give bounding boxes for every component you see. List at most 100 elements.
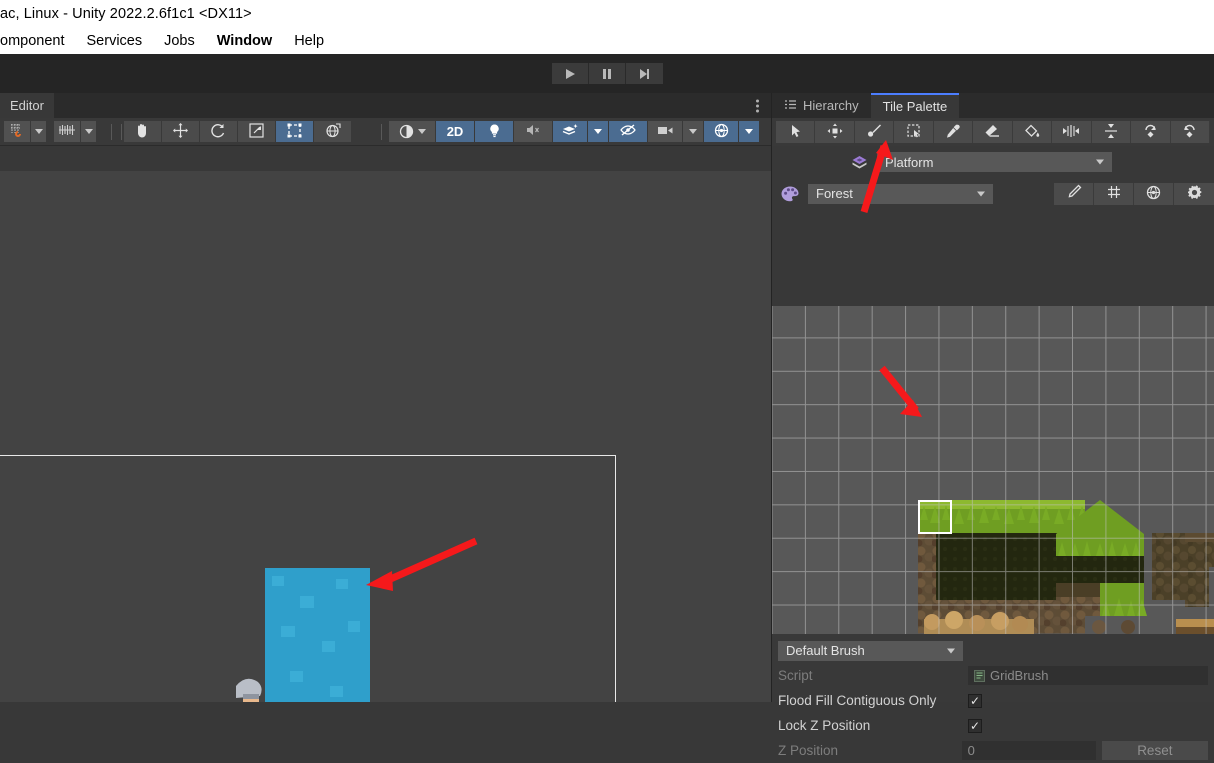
grid-snap-toggle[interactable] xyxy=(4,121,30,142)
brush-dropdown[interactable]: Default Brush xyxy=(778,640,963,661)
chevron-down-icon xyxy=(1096,159,1104,165)
chevron-down-icon xyxy=(84,129,93,134)
tab-scene[interactable]: Editor xyxy=(0,93,54,118)
tilemap-icon xyxy=(850,154,869,171)
hand-icon xyxy=(134,122,151,142)
lock-z-label: Lock Z Position xyxy=(778,718,871,733)
snap-ruler-icon xyxy=(58,123,76,140)
select-tool[interactable] xyxy=(776,121,816,143)
lighting-toggle[interactable] xyxy=(475,121,513,142)
top-toolbar xyxy=(0,54,1214,93)
brush-script-label: Script xyxy=(778,668,813,683)
move-tool[interactable] xyxy=(815,121,855,143)
camera-dropdown[interactable] xyxy=(683,121,703,142)
gear-icon xyxy=(1186,184,1203,204)
effects-icon xyxy=(562,123,579,141)
camera-settings-button[interactable] xyxy=(648,121,682,142)
script-file-icon xyxy=(974,669,985,682)
shading-sphere-icon xyxy=(399,124,426,139)
tab-hierarchy[interactable]: Hierarchy xyxy=(772,93,871,118)
flood-fill-checkbox[interactable]: ✓ xyxy=(968,693,982,708)
rotate-tool[interactable] xyxy=(200,121,237,142)
palette-dropdown[interactable]: Forest xyxy=(808,183,993,204)
pause-button[interactable] xyxy=(588,63,626,84)
scene-panel: Editor 2D xyxy=(0,93,771,702)
z-position-field[interactable]: 0 xyxy=(961,741,1096,760)
window-title-bar: ac, Linux - Unity 2022.2.6f1c1 <DX11> xyxy=(0,0,1214,27)
more-options-icon[interactable] xyxy=(756,99,759,112)
flood-fill-tool[interactable] xyxy=(1012,121,1053,143)
window-title: ac, Linux - Unity 2022.2.6f1c1 <DX11> xyxy=(0,5,252,22)
scene-viewport[interactable] xyxy=(0,171,771,702)
hierarchy-icon xyxy=(784,98,797,113)
menu-item-services[interactable]: Services xyxy=(87,33,143,49)
palette-settings-button[interactable] xyxy=(1174,182,1214,205)
hand-tool[interactable] xyxy=(124,121,161,142)
toolbar-divider xyxy=(111,123,112,140)
rotate-cw-button[interactable] xyxy=(1131,121,1171,143)
brush-script-field[interactable]: GridBrush xyxy=(968,666,1208,685)
box-fill-tool[interactable] xyxy=(894,121,934,143)
tab-scene-label: Editor xyxy=(10,98,44,113)
box-select-icon xyxy=(906,123,922,142)
rect-transform-tool[interactable] xyxy=(276,121,313,142)
chevron-down-icon xyxy=(745,129,753,134)
transform-icon xyxy=(324,122,341,142)
palette-tab-bar: Hierarchy Tile Palette xyxy=(772,93,1214,118)
tab-tile-palette[interactable]: Tile Palette xyxy=(870,93,960,118)
edit-palette-button[interactable] xyxy=(1054,182,1094,205)
grid-toggle-button[interactable] xyxy=(1094,182,1134,205)
menu-item-jobs[interactable]: Jobs xyxy=(164,33,195,49)
gizmos-globe-icon xyxy=(1145,184,1162,204)
2d-toggle[interactable]: 2D xyxy=(436,121,474,142)
picker-tool[interactable] xyxy=(933,121,974,143)
menu-item-help[interactable]: Help xyxy=(294,33,324,49)
transform-tools-group xyxy=(124,121,352,142)
palette-grid-lines xyxy=(772,306,1214,634)
grid-snap-dropdown[interactable] xyxy=(31,121,46,142)
brush-script-value: GridBrush xyxy=(990,668,1049,683)
audio-toggle[interactable] xyxy=(514,121,552,142)
effects-toggle[interactable] xyxy=(553,121,587,142)
shading-mode-dropdown[interactable] xyxy=(389,121,435,142)
snap-increment-button[interactable] xyxy=(54,121,80,142)
eraser-tool[interactable] xyxy=(973,121,1013,143)
z-position-row: Z Position 0 Reset xyxy=(772,738,1214,763)
rotate-ccw-button[interactable] xyxy=(1170,121,1210,143)
palette-gizmos-button[interactable] xyxy=(1134,182,1174,205)
eye-off-icon xyxy=(619,123,637,140)
gizmos-globe-icon xyxy=(713,122,730,142)
scene-tab-bar: Editor xyxy=(0,93,771,118)
flip-y-button[interactable] xyxy=(1091,121,1132,143)
z-position-label: Z Position xyxy=(778,743,839,758)
scale-icon xyxy=(248,122,265,142)
cursor-arrow-icon xyxy=(788,123,803,141)
scale-tool[interactable] xyxy=(238,121,275,142)
gizmos-dropdown[interactable] xyxy=(739,121,759,142)
move-tool[interactable] xyxy=(162,121,199,142)
hidden-objects-toggle[interactable] xyxy=(609,121,647,142)
brush-dropdown-value: Default Brush xyxy=(786,643,865,658)
reset-button[interactable]: Reset xyxy=(1101,741,1208,760)
transform-tool[interactable] xyxy=(314,121,351,142)
flip-x-button[interactable] xyxy=(1052,121,1092,143)
tile-palette-grid[interactable] xyxy=(772,306,1214,634)
tab-tile-palette-label: Tile Palette xyxy=(882,99,948,114)
menu-item-window[interactable]: Window xyxy=(217,33,272,49)
menu-bar: omponent Services Jobs Window Help xyxy=(0,27,1214,54)
flip-horizontal-icon xyxy=(1062,124,1080,141)
pause-icon xyxy=(601,68,613,80)
snap-tools-group xyxy=(4,121,47,142)
play-button[interactable] xyxy=(551,63,589,84)
step-button[interactable] xyxy=(625,63,663,84)
snap-increment-dropdown[interactable] xyxy=(81,121,96,142)
main-area: Editor 2D Hierarchy Tile Palette Platfor… xyxy=(0,93,1214,760)
lock-z-checkbox[interactable]: ✓ xyxy=(968,718,982,733)
menu-item-component[interactable]: omponent xyxy=(0,33,65,49)
target-layer-dropdown[interactable]: Platform xyxy=(877,152,1112,172)
scene-water-column xyxy=(265,568,370,702)
palette-selected-tile[interactable] xyxy=(918,500,952,534)
gizmos-toggle[interactable] xyxy=(704,121,738,142)
effects-dropdown[interactable] xyxy=(588,121,608,142)
paint-brush-tool[interactable] xyxy=(854,121,895,143)
